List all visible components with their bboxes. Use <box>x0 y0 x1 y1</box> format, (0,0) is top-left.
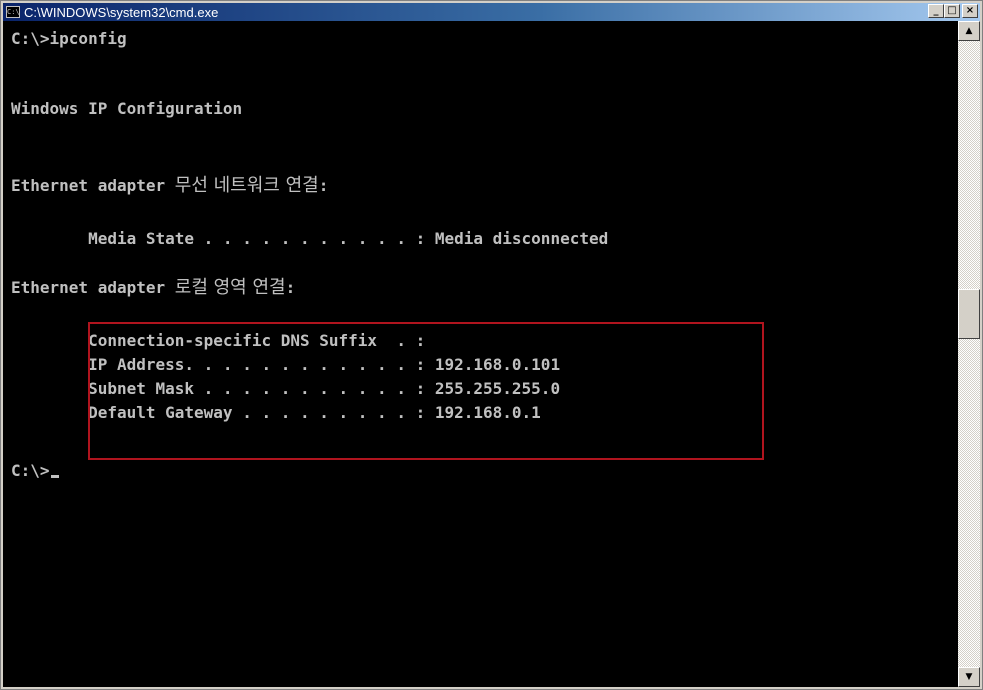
adapter-name-local: 로컬 영역 연결 <box>174 277 286 298</box>
text-cursor <box>50 475 59 478</box>
window-title: C:\WINDOWS\system32\cmd.exe <box>24 4 219 20</box>
adapter-name-wireless: 무선 네트워크 연결 <box>174 175 319 196</box>
console-line-prompt[interactable]: C:\> <box>11 461 59 481</box>
title-bar[interactable]: C:\ C:\WINDOWS\system32\cmd.exe _ □ × <box>3 3 980 21</box>
close-button[interactable]: × <box>962 4 978 18</box>
maximize-button[interactable]: □ <box>944 4 960 18</box>
cmd-window: C:\ C:\WINDOWS\system32\cmd.exe _ □ × C:… <box>0 0 983 690</box>
vertical-scrollbar[interactable]: ▲ ▼ <box>958 21 980 687</box>
console-line-adapter-wireless: Ethernet adapter 무선 네트워크 연결: <box>11 175 329 196</box>
console-line-heading: Windows IP Configuration <box>11 99 243 118</box>
console-output[interactable]: C:\>ipconfig Windows IP Configuration Et… <box>3 21 958 687</box>
console-line-command: C:\>ipconfig <box>11 29 127 48</box>
scrollbar-thumb[interactable] <box>958 289 980 339</box>
scroll-down-button[interactable]: ▼ <box>958 667 980 687</box>
minimize-button[interactable]: _ <box>928 4 944 18</box>
highlight-annotation <box>88 322 764 460</box>
scroll-up-button[interactable]: ▲ <box>958 21 980 41</box>
console-line-media-state: Media State . . . . . . . . . . . : Medi… <box>11 229 609 248</box>
cmd-app-icon[interactable]: C:\ <box>6 6 20 18</box>
arrow-down-icon: ▼ <box>965 672 973 682</box>
arrow-up-icon: ▲ <box>965 26 973 36</box>
console-line-adapter-local: Ethernet adapter 로컬 영역 연결: <box>11 277 296 298</box>
window-controls: _ □ × <box>928 4 978 18</box>
